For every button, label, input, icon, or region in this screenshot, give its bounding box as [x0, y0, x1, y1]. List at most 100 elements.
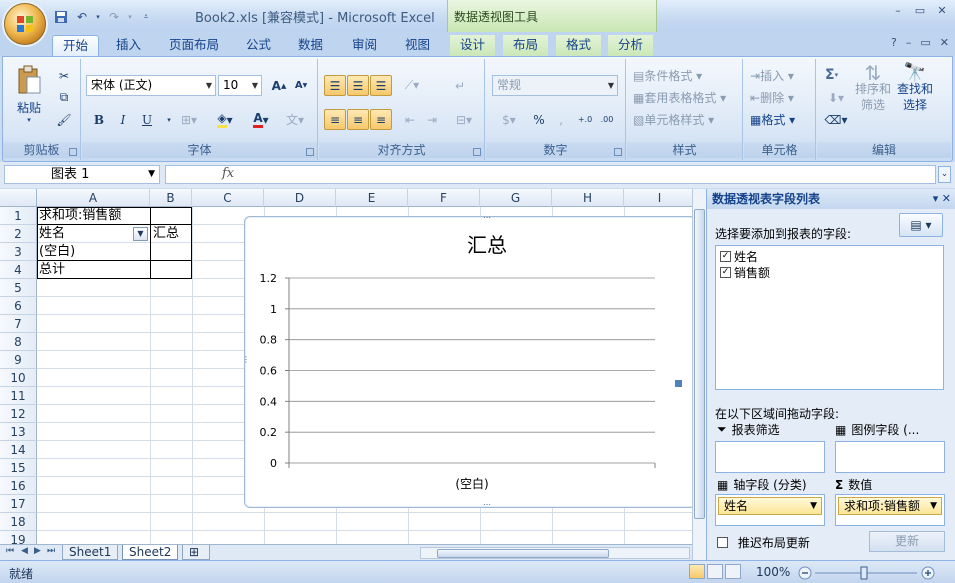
horizontal-scroll-thumb[interactable]: [437, 549, 609, 558]
paste-button[interactable]: 粘贴 ▾: [13, 65, 45, 124]
chart-title[interactable]: 汇总: [467, 233, 507, 257]
sheet-tab-sheet1[interactable]: Sheet1: [62, 545, 119, 560]
number-format-combo[interactable]: 常规 ▼: [492, 75, 618, 96]
align-center-icon[interactable]: ≡: [347, 109, 369, 130]
comma-icon[interactable]: ,: [550, 109, 572, 130]
redo-dropdown-icon[interactable]: ▾: [126, 8, 134, 26]
legend-marker[interactable]: [675, 380, 682, 387]
chart-handle-left[interactable]: ⋮: [242, 355, 250, 364]
wrap-text-icon[interactable]: ↵: [449, 75, 471, 96]
doc-minimize-icon[interactable]: –: [906, 36, 912, 49]
sort-filter-button[interactable]: ⇅ 排序和 筛选: [855, 63, 891, 113]
row-header-15[interactable]: 15: [0, 459, 37, 477]
column-header-i[interactable]: I: [624, 189, 694, 207]
align-left-icon[interactable]: ≡: [324, 109, 346, 130]
formula-input[interactable]: [165, 165, 936, 184]
close-icon[interactable]: ✕: [935, 4, 949, 18]
row-field-filter-dropdown-icon[interactable]: ▼: [133, 227, 148, 241]
row-header-16[interactable]: 16: [0, 477, 37, 495]
fill-icon[interactable]: ⬇▾: [823, 87, 849, 108]
tab-view[interactable]: 视图: [395, 35, 440, 56]
select-all-corner[interactable]: [0, 189, 37, 207]
column-header-b[interactable]: B: [150, 189, 192, 207]
field-item-sales[interactable]: ✓ 销售额: [720, 264, 770, 281]
pivot-chart[interactable]: 汇总 1.2 1 0.8 0.6 0.4 0.2 0 (空白) ⋯ ⋯ ⋮: [242, 213, 696, 509]
cut-icon[interactable]: ✂: [53, 65, 75, 86]
currency-icon[interactable]: $▾: [494, 109, 524, 130]
column-header-c[interactable]: C: [192, 189, 264, 207]
copy-icon[interactable]: ⧉: [53, 87, 75, 108]
page-break-view-icon[interactable]: [725, 564, 741, 579]
row-header-12[interactable]: 12: [0, 405, 37, 423]
find-select-button[interactable]: 🔭 查找和 选择: [895, 64, 935, 113]
row-header-14[interactable]: 14: [0, 441, 37, 459]
row-header-4[interactable]: 4: [0, 261, 37, 279]
font-launcher-icon[interactable]: [306, 148, 314, 156]
defer-update-option[interactable]: 推迟布局更新: [717, 534, 810, 551]
defer-update-checkbox[interactable]: [717, 537, 728, 548]
shrink-font-icon[interactable]: A ▼: [290, 75, 312, 96]
italic-button[interactable]: I: [112, 109, 134, 130]
format-as-table-button[interactable]: ▦ 套用表格格式 ▾: [633, 89, 726, 106]
column-header-e[interactable]: E: [336, 189, 408, 207]
doc-restore-icon[interactable]: ▭: [920, 36, 930, 49]
row-header-13[interactable]: 13: [0, 423, 37, 441]
percent-button[interactable]: %: [528, 109, 550, 130]
increase-indent-icon[interactable]: ⇥: [421, 109, 443, 130]
tab-page-layout[interactable]: 页面布局: [159, 35, 229, 56]
cell-styles-button[interactable]: ▧ 单元格样式 ▾: [633, 111, 714, 128]
merge-center-icon[interactable]: ⊟▾: [449, 109, 479, 130]
cell-a3[interactable]: (空白): [37, 243, 150, 261]
row-header-8[interactable]: 8: [0, 333, 37, 351]
doc-close-icon[interactable]: ✕: [940, 36, 949, 49]
font-name-combo[interactable]: 宋体 (正文) ▼: [86, 75, 216, 96]
vertical-scroll-thumb[interactable]: [694, 209, 705, 519]
report-filter-drop-area[interactable]: [715, 441, 825, 473]
tab-review[interactable]: 审阅: [342, 35, 387, 56]
clear-icon[interactable]: ⌫▾: [823, 109, 849, 130]
chart-handle-bottom[interactable]: ⋯: [483, 500, 491, 509]
tab-format[interactable]: 格式: [556, 35, 602, 56]
legend-fields-drop-area[interactable]: [835, 441, 945, 473]
column-header-d[interactable]: D: [264, 189, 336, 207]
column-header-h[interactable]: H: [552, 189, 624, 207]
cell-a1[interactable]: 求和项:销售额: [37, 207, 150, 225]
font-size-combo[interactable]: 10 ▼: [218, 75, 262, 96]
decrease-decimal-icon[interactable]: .00: [596, 109, 618, 130]
redo-icon[interactable]: ↷: [105, 8, 123, 26]
orientation-icon[interactable]: ⟋▾: [397, 75, 427, 96]
delete-cells-button[interactable]: ⇤ 删除 ▾: [750, 89, 794, 106]
horizontal-scrollbar[interactable]: [420, 547, 690, 559]
cell-b2[interactable]: 汇总: [151, 225, 191, 243]
prev-sheet-icon[interactable]: ◀: [21, 546, 28, 556]
row-header-18[interactable]: 18: [0, 513, 37, 531]
field-name-checkbox[interactable]: ✓: [720, 251, 731, 262]
align-middle-icon[interactable]: ☰: [347, 75, 369, 96]
number-launcher-icon[interactable]: [614, 148, 622, 156]
border-icon[interactable]: ⊞▾: [174, 109, 204, 130]
row-header-17[interactable]: 17: [0, 495, 37, 513]
minimize-icon[interactable]: –: [891, 4, 905, 18]
chart-handle-top[interactable]: ⋯: [483, 213, 491, 222]
first-sheet-icon[interactable]: ⏮: [6, 546, 14, 556]
tab-home[interactable]: 开始: [52, 35, 100, 56]
update-button[interactable]: 更新: [869, 531, 945, 552]
autosum-button[interactable]: Σ ▾: [825, 67, 838, 83]
row-header-1[interactable]: 1: [0, 207, 37, 225]
tab-insert[interactable]: 插入: [106, 35, 151, 56]
format-cells-button[interactable]: ▦ 格式 ▾: [750, 111, 795, 128]
row-header-3[interactable]: 3: [0, 243, 37, 261]
undo-icon[interactable]: ↶: [73, 8, 91, 26]
vertical-scrollbar[interactable]: [692, 189, 706, 560]
align-bottom-icon[interactable]: ☰: [370, 75, 392, 96]
fill-color-icon[interactable]: ◈ ▾: [208, 109, 242, 130]
phonetic-icon[interactable]: 文▾: [280, 109, 310, 130]
insert-function-icon[interactable]: fx: [222, 166, 234, 181]
zoom-slider[interactable]: [797, 565, 937, 581]
align-right-icon[interactable]: ≡: [370, 109, 392, 130]
increase-decimal-icon[interactable]: +.0: [574, 109, 596, 130]
alignment-launcher-icon[interactable]: [473, 148, 481, 156]
paste-dropdown-icon[interactable]: ▾: [27, 116, 31, 124]
column-header-a[interactable]: A: [37, 189, 150, 207]
format-painter-icon[interactable]: 🖌: [53, 109, 75, 130]
